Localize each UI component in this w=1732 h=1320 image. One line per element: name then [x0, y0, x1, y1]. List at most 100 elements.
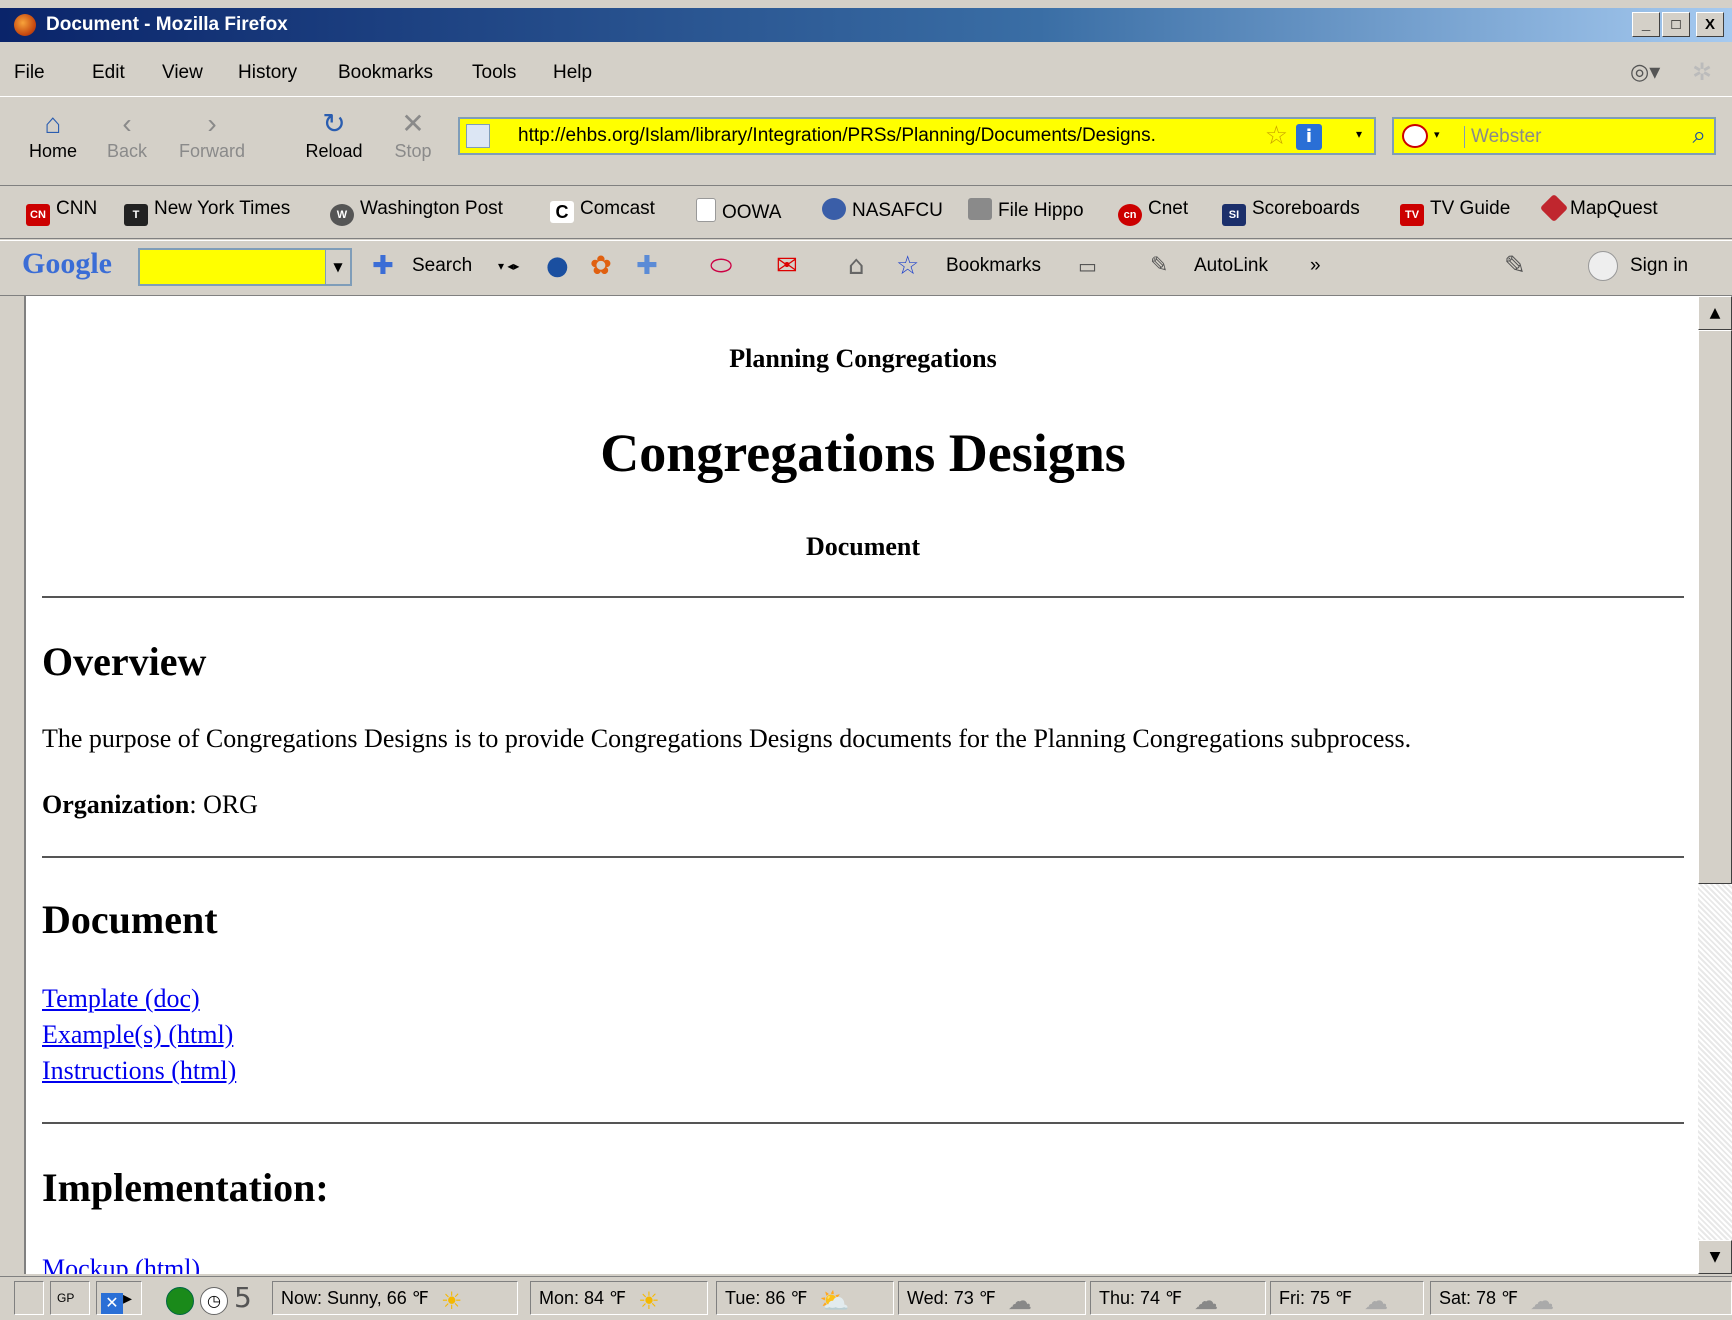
bookmark-nasafcu[interactable]: NASAFCU — [822, 198, 943, 222]
menu-help[interactable]: Help — [553, 62, 592, 84]
reload-label: Reload — [305, 141, 363, 161]
maximize-button[interactable]: □ — [1662, 12, 1690, 37]
weather-thu[interactable]: Thu: 74 ℉ ☁ — [1090, 1281, 1266, 1315]
menu-edit[interactable]: Edit — [92, 62, 125, 84]
gmail-icon[interactable]: ✉ — [776, 251, 798, 281]
activity-icon: ◎▾ — [1630, 60, 1661, 85]
status-green-icon[interactable] — [166, 1287, 194, 1315]
scroll-up-button[interactable]: ▲ — [1698, 296, 1732, 330]
mockup-html-link[interactable]: Mockup (html) — [42, 1254, 200, 1274]
navigation-toolbar: ⌂ Home ‹ Back › Forward ↻ Reload ✕ Stop … — [0, 96, 1732, 186]
scroll-thumb[interactable] — [1698, 330, 1732, 884]
search-placeholder[interactable]: Webster — [1464, 126, 1541, 148]
globe-icon[interactable]: ● — [546, 251, 569, 281]
status-count[interactable]: 5 — [234, 1281, 252, 1314]
bookmark-star-icon[interactable]: ☆ — [896, 251, 919, 281]
search-go-icon[interactable]: ⌕ — [1693, 121, 1706, 149]
bank-icon[interactable]: ⌂ — [848, 251, 865, 281]
menu-bookmarks[interactable]: Bookmarks — [338, 62, 433, 84]
close-button[interactable]: X — [1696, 12, 1724, 37]
bookmark-star-icon[interactable]: ☆ — [1265, 121, 1288, 151]
bookmark-tv-guide[interactable]: TV TV Guide — [1400, 198, 1510, 226]
site-identity-icon[interactable] — [466, 124, 490, 148]
google-bookmarks-button[interactable]: Bookmarks — [946, 255, 1041, 277]
search-dropdown-icon[interactable]: ▾ ◂▸ — [498, 259, 519, 273]
url-dropdown-icon[interactable]: ▾ — [1356, 127, 1362, 141]
minimize-button[interactable]: _ — [1632, 12, 1660, 37]
weather-tue[interactable]: Tue: 86 ℉ ⛅ — [716, 1281, 894, 1315]
firefox-logo-icon — [14, 14, 36, 36]
menu-file[interactable]: File — [14, 62, 45, 84]
page-icon — [696, 198, 716, 222]
pagerank-icon[interactable]: ⬭ — [710, 251, 732, 281]
template-doc-link[interactable]: Template (doc) — [42, 984, 200, 1014]
bookmark-cnn[interactable]: CN CNN — [26, 198, 97, 226]
page-subtitle: Planning Congregations — [729, 344, 997, 373]
washington-post-icon: W — [330, 204, 354, 226]
bookmark-new-york-times[interactable]: T New York Times — [124, 198, 290, 226]
toolbar-overflow-button[interactable]: » — [1310, 255, 1321, 277]
bookmark-oowa[interactable]: OOWA — [696, 198, 781, 224]
stop-button[interactable]: ✕ Stop — [386, 107, 440, 162]
back-button[interactable]: ‹ Back — [100, 107, 154, 162]
sidebar-splitter[interactable] — [0, 296, 24, 1274]
overview-text: The purpose of Congregations Designs is … — [42, 724, 1412, 753]
sign-in-button[interactable]: Sign in — [1630, 255, 1688, 277]
search-engine-icon[interactable] — [1402, 124, 1428, 148]
bookmark-scoreboards[interactable]: SI Scoreboards — [1222, 198, 1360, 226]
search-box[interactable]: ▾ Webster ⌕ — [1392, 117, 1716, 155]
implementation-heading: Implementation: — [42, 1165, 329, 1210]
menu-history[interactable]: History — [238, 62, 297, 84]
scroll-down-button[interactable]: ▼ — [1698, 1240, 1732, 1274]
home-button[interactable]: ⌂ Home — [22, 107, 84, 162]
reload-button[interactable]: ↻ Reload — [298, 107, 370, 162]
search-engine-dropdown-icon[interactable]: ▾ — [1434, 128, 1440, 141]
forward-button[interactable]: › Forward — [168, 107, 256, 162]
rain-cloud-icon: ☁ — [1007, 1288, 1032, 1315]
page-content: Planning Congregations Congregations Des… — [24, 296, 1700, 1274]
status-bar: GP ✕ ▸ ◷ 5 Now: Sunny, 66 ℉ ☀ Mon: 84 ℉ ☀ T… — [0, 1276, 1732, 1320]
cloud-icon: ☁ — [1530, 1288, 1555, 1315]
plus-icon[interactable]: ✚ — [636, 251, 658, 281]
tv-guide-icon: TV — [1400, 204, 1424, 226]
weather-mon[interactable]: Mon: 84 ℉ ☀ — [530, 1281, 708, 1315]
weather-fri[interactable]: Fri: 75 ℉ ☁ — [1270, 1281, 1424, 1315]
google-search-button[interactable]: Search — [412, 255, 472, 277]
stop-icon: ✕ — [401, 108, 425, 139]
menu-view[interactable]: View — [162, 62, 203, 84]
bookmark-comcast[interactable]: C Comcast — [550, 198, 655, 223]
picasa-icon[interactable]: ✿ — [590, 251, 612, 281]
divider — [42, 596, 1684, 598]
google-search-input[interactable]: ▼ — [138, 248, 352, 286]
weather-wed[interactable]: Wed: 73 ℉ ☁ — [898, 1281, 1086, 1315]
instructions-html-link[interactable]: Instructions (html) — [42, 1056, 236, 1086]
bookmark-file-hippo[interactable]: File Hippo — [968, 198, 1084, 222]
wrench-icon[interactable]: ✎ — [1504, 251, 1526, 281]
autolink-button[interactable]: AutoLink — [1194, 255, 1268, 277]
gp-button[interactable]: GP — [50, 1281, 90, 1315]
vertical-scrollbar[interactable]: ▲ ▼ — [1698, 296, 1732, 1274]
stop-label: Stop — [394, 141, 432, 161]
weather-now[interactable]: Now: Sunny, 66 ℉ ☀ — [272, 1281, 518, 1315]
bookmark-washington-post[interactable]: W Washington Post — [330, 198, 503, 226]
forward-arrow-icon: › — [207, 108, 217, 139]
highlight-icon[interactable]: ▭ — [1078, 251, 1097, 281]
info-icon[interactable]: i — [1296, 124, 1322, 150]
bookmark-mapquest[interactable]: MapQuest — [1539, 193, 1658, 223]
back-label: Back — [106, 141, 148, 161]
partly-cloudy-icon: ⛅ — [819, 1288, 850, 1315]
bookmark-cnet[interactable]: cn Cnet — [1118, 198, 1188, 226]
title-bar: Document - Mozilla Firefox _ □ X — [0, 8, 1732, 42]
weather-sat[interactable]: Sat: 78 ℉ ☁ — [1430, 1281, 1732, 1315]
url-bar[interactable]: http://ehbs.org/Islam/library/Integratio… — [458, 117, 1376, 155]
menu-tools[interactable]: Tools — [472, 62, 516, 84]
tabmix-icon[interactable]: ✕ ▸ — [96, 1281, 142, 1315]
divider — [42, 1122, 1684, 1124]
google-toolbar: Google ▼ ✚ Search ▾ ◂▸ ● ✿ ✚ ⬭ ✉ ⌂ ☆ Boo… — [0, 240, 1732, 296]
clock-icon[interactable]: ◷ — [200, 1287, 228, 1315]
examples-html-link[interactable]: Example(s) (html) — [42, 1020, 233, 1050]
url-text[interactable]: http://ehbs.org/Islam/library/Integratio… — [518, 125, 1156, 147]
overview-heading: Overview — [42, 639, 207, 684]
cnet-icon: cn — [1118, 204, 1142, 226]
google-search-dropdown-icon[interactable]: ▼ — [325, 250, 350, 284]
